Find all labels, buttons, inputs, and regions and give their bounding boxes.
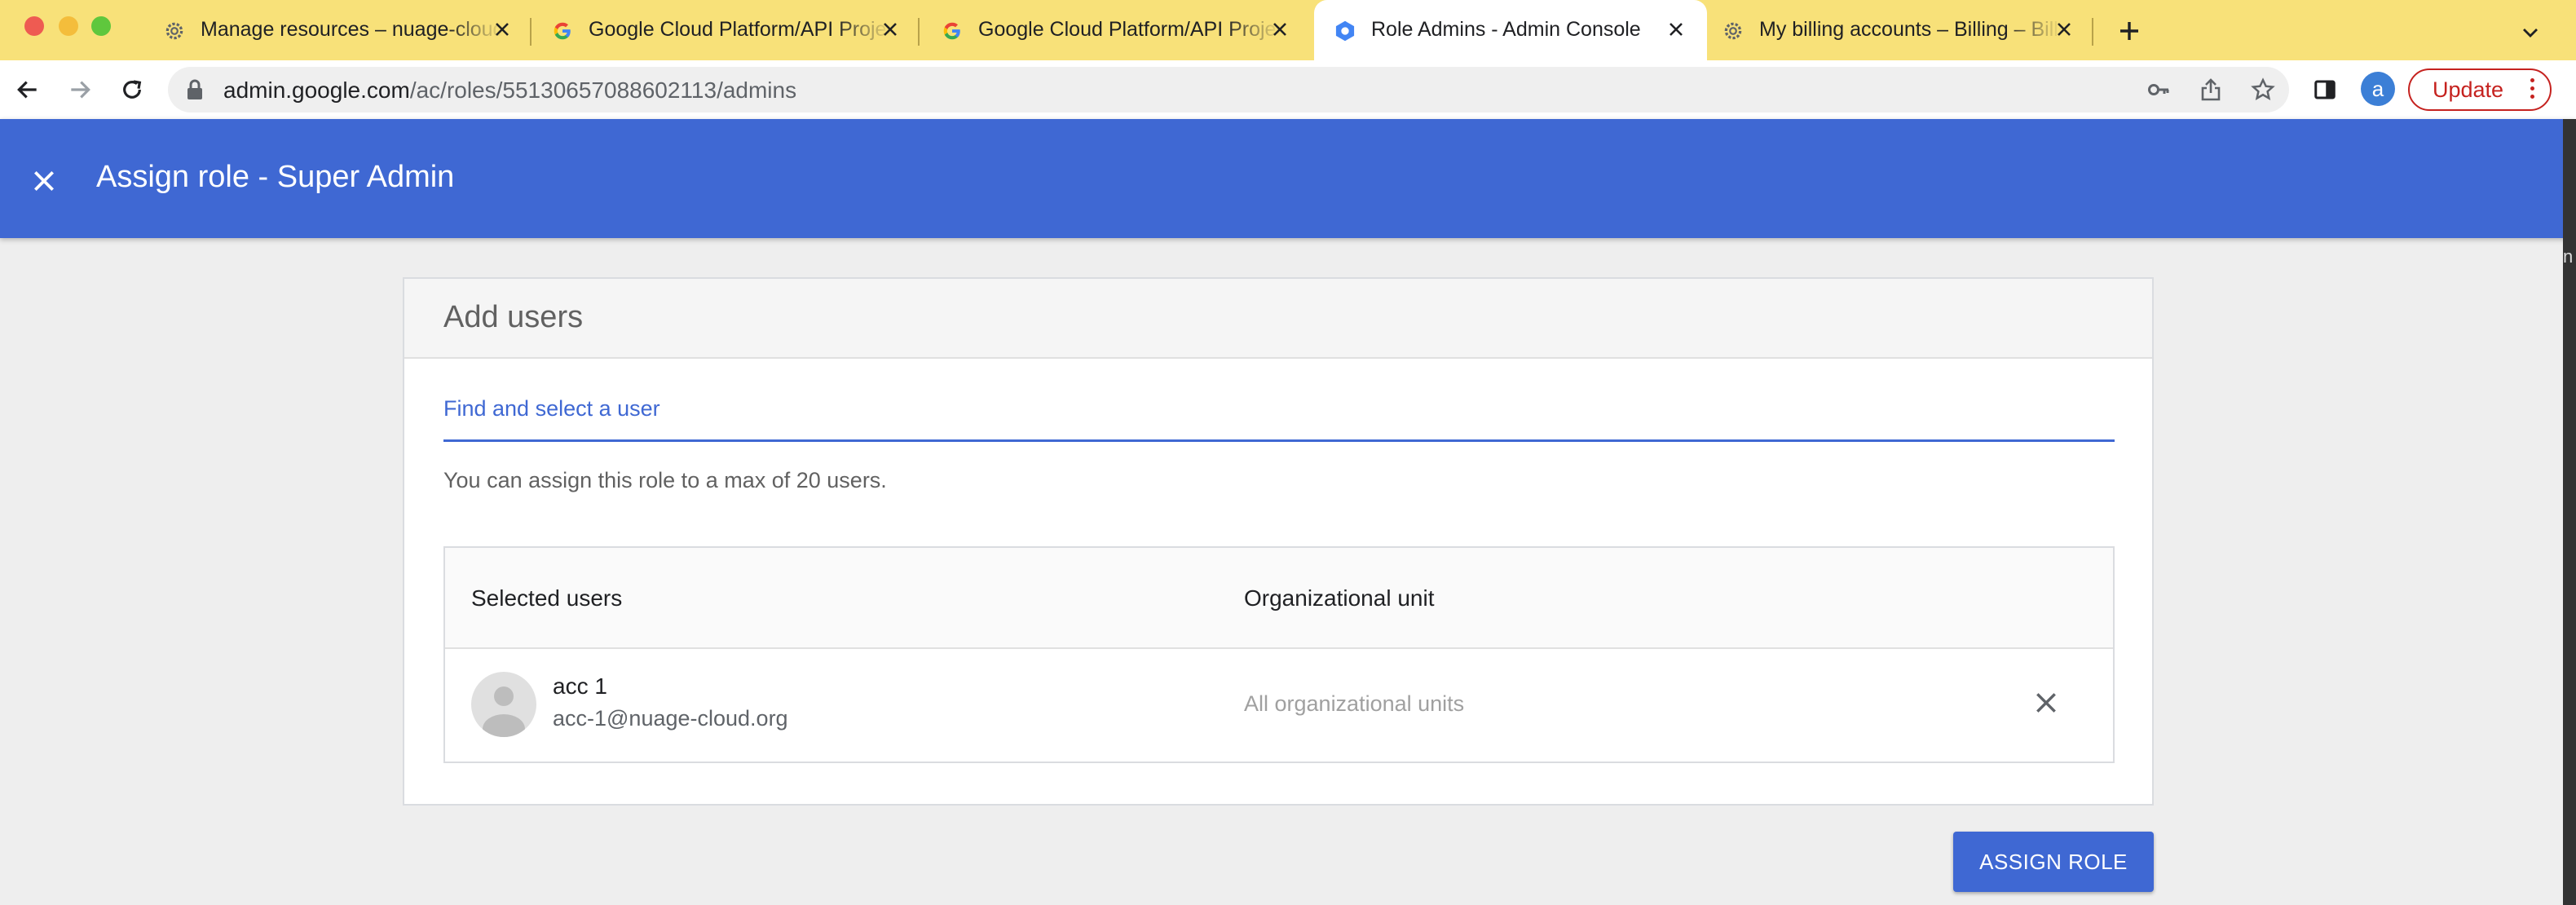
tab-billing-accounts[interactable]: My billing accounts – Billing – Billing	[1722, 0, 2080, 60]
gear-icon	[1722, 20, 1745, 42]
card-title: Add users	[443, 300, 584, 334]
tab-separator	[918, 18, 920, 46]
org-unit-value: All organizational units	[1244, 691, 1465, 716]
reload-icon	[123, 80, 142, 99]
close-icon	[2036, 693, 2056, 713]
reload-button[interactable]	[112, 70, 152, 109]
arrow-right-icon	[71, 81, 90, 99]
arrow-left-icon	[17, 81, 37, 99]
card-header: Add users	[404, 279, 2152, 359]
avatar	[471, 672, 536, 737]
selected-users-table: Selected users Organizational unit acc 1…	[443, 546, 2115, 763]
back-button[interactable]	[8, 70, 47, 109]
window-zoom-button[interactable]	[91, 16, 111, 36]
close-dialog-button[interactable]	[24, 161, 64, 201]
admin-console-icon	[1334, 20, 1356, 42]
tab-title: Google Cloud Platform/API Project	[978, 18, 1280, 41]
google-g-icon	[941, 20, 964, 42]
tab-manage-resources[interactable]: Manage resources – nuage-cloud	[163, 0, 522, 60]
tab-gcp-api-project-1[interactable]: Google Cloud Platform/API Project	[551, 0, 910, 60]
search-label: Find and select a user	[443, 396, 660, 421]
close-icon	[34, 171, 54, 191]
url-text: admin.google.com/ac/roles/55130657088602…	[223, 77, 796, 104]
remove-user-button[interactable]	[2025, 682, 2067, 724]
lock-icon	[186, 79, 204, 104]
chevron-down-icon	[2523, 29, 2538, 38]
tab-title: My billing accounts – Billing – Billing	[1759, 18, 2061, 41]
tab-title: Manage resources – nuage-cloud	[201, 18, 502, 41]
more-vert-icon	[2530, 78, 2535, 103]
edge-text: n	[2563, 246, 2574, 267]
tab-close-icon[interactable]	[1267, 16, 1293, 42]
window-edge: n	[2563, 119, 2576, 905]
assign-role-button[interactable]: ASSIGN ROLE	[1953, 832, 2154, 892]
window-minimize-button[interactable]	[59, 16, 78, 36]
tab-separator	[530, 18, 532, 46]
tab-gcp-api-project-2[interactable]: Google Cloud Platform/API Project	[941, 0, 1299, 60]
max-users-hint: You can assign this role to a max of 20 …	[443, 468, 887, 492]
add-users-card: Add users Find and select a user You can…	[403, 277, 2154, 806]
bookmark-star-icon[interactable]	[2248, 75, 2278, 104]
page-title: Assign role - Super Admin	[96, 160, 455, 194]
profile-avatar[interactable]: a	[2361, 72, 2395, 106]
plus-icon	[2120, 22, 2138, 40]
user-name: acc 1	[553, 673, 607, 699]
user-search-input[interactable]: Find and select a user	[443, 385, 2115, 442]
tab-strip: Manage resources – nuage-cloud Google Cl…	[0, 0, 2576, 60]
app-header: Assign role - Super Admin	[0, 119, 2576, 238]
table-row: acc 1 acc-1@nuage-cloud.org All organiza…	[445, 649, 2113, 762]
google-g-icon	[551, 20, 574, 42]
update-label: Update	[2433, 77, 2504, 102]
browser-toolbar: admin.google.com/ac/roles/55130657088602…	[0, 60, 2576, 119]
column-header-selected-users: Selected users	[471, 585, 623, 611]
key-icon[interactable]	[2144, 75, 2173, 104]
new-tab-button[interactable]	[2113, 15, 2146, 47]
window-close-button[interactable]	[24, 16, 44, 36]
tab-close-icon[interactable]	[1663, 16, 1689, 42]
gear-icon	[163, 20, 186, 42]
url-path: /ac/roles/55130657088602113/admins	[409, 77, 797, 103]
tab-close-icon[interactable]	[2051, 16, 2077, 42]
tab-close-icon[interactable]	[489, 16, 515, 42]
person-icon	[483, 686, 525, 737]
side-panel-icon[interactable]	[2309, 73, 2341, 106]
table-header: Selected users Organizational unit	[445, 548, 2113, 649]
url-host: admin.google.com	[223, 77, 410, 103]
tab-title: Role Admins - Admin Console	[1371, 18, 1641, 41]
tab-separator	[2092, 18, 2093, 46]
tab-search-button[interactable]	[2516, 18, 2545, 47]
tab-role-admins[interactable]: Role Admins - Admin Console	[1334, 0, 1692, 60]
share-icon[interactable]	[2196, 75, 2225, 104]
forward-button[interactable]	[60, 70, 99, 109]
user-email: acc-1@nuage-cloud.org	[553, 706, 788, 731]
tab-close-icon[interactable]	[877, 16, 903, 42]
update-button[interactable]: Update	[2408, 68, 2552, 111]
column-header-org-unit: Organizational unit	[1244, 585, 1435, 611]
address-bar[interactable]: admin.google.com/ac/roles/55130657088602…	[168, 67, 2289, 113]
tab-title: Google Cloud Platform/API Project	[589, 18, 890, 41]
